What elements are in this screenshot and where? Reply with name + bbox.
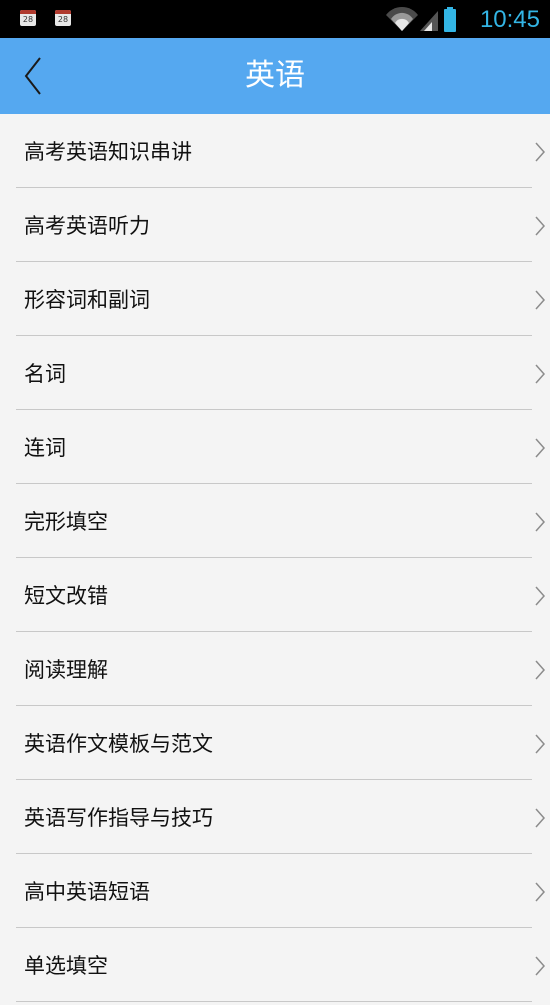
list-item-label: 单选填空 [24, 954, 108, 978]
list-item-label: 英语写作指导与技巧 [24, 806, 213, 830]
chevron-right-icon [534, 956, 546, 976]
calendar-icon-date: 28 [22, 15, 34, 24]
menu-list: 高考英语知识串讲 高考英语听力 形容词和副词 名词 连词 完形填空 短文改错 阅… [0, 114, 550, 1002]
status-icons [384, 6, 462, 32]
chevron-right-icon [534, 734, 546, 754]
list-item-label: 短文改错 [24, 584, 108, 608]
chevron-right-icon [534, 660, 546, 680]
calendar-icon: 28 [20, 10, 36, 26]
chevron-right-icon [534, 512, 546, 532]
list-item[interactable]: 阅读理解 [0, 632, 550, 706]
list-item-label: 完形填空 [24, 510, 108, 534]
list-item-label: 高中英语短语 [24, 880, 150, 904]
list-item[interactable]: 名词 [0, 336, 550, 410]
list-item[interactable]: 单选填空 [0, 928, 550, 1002]
list-item-label: 高考英语知识串讲 [24, 140, 192, 164]
app-bar: 英语 [0, 38, 550, 114]
chevron-right-icon [534, 142, 546, 162]
signal-icon [420, 11, 438, 31]
list-item[interactable]: 短文改错 [0, 558, 550, 632]
calendar-icon-date: 28 [57, 15, 69, 24]
list-item[interactable]: 形容词和副词 [0, 262, 550, 336]
chevron-right-icon [534, 364, 546, 384]
list-item[interactable]: 完形填空 [0, 484, 550, 558]
chevron-right-icon [534, 586, 546, 606]
list-item[interactable]: 连词 [0, 410, 550, 484]
list-item[interactable]: 高中英语短语 [0, 854, 550, 928]
status-time: 10:45 [479, 6, 540, 33]
chevron-right-icon [534, 882, 546, 902]
calendar-icon: 28 [55, 10, 71, 26]
page-title: 英语 [245, 58, 305, 93]
list-item-label: 连词 [24, 436, 66, 460]
chevron-right-icon [534, 808, 546, 828]
list-item-label: 高考英语听力 [24, 214, 150, 238]
list-item-label: 英语作文模板与范文 [24, 732, 213, 756]
list-item[interactable]: 高考英语知识串讲 [0, 114, 550, 188]
wifi-icon [386, 6, 418, 31]
list-item[interactable]: 英语写作指导与技巧 [0, 780, 550, 854]
chevron-right-icon [534, 290, 546, 310]
list-item[interactable]: 英语作文模板与范文 [0, 706, 550, 780]
list-item-label: 名词 [24, 362, 66, 386]
status-bar: 28 28 10:45 [0, 0, 550, 38]
list-item[interactable]: 高考英语听力 [0, 188, 550, 262]
chevron-right-icon [534, 216, 546, 236]
list-item-label: 形容词和副词 [24, 288, 150, 312]
list-item-label: 阅读理解 [24, 658, 108, 682]
chevron-right-icon [534, 438, 546, 458]
battery-icon [444, 7, 456, 32]
